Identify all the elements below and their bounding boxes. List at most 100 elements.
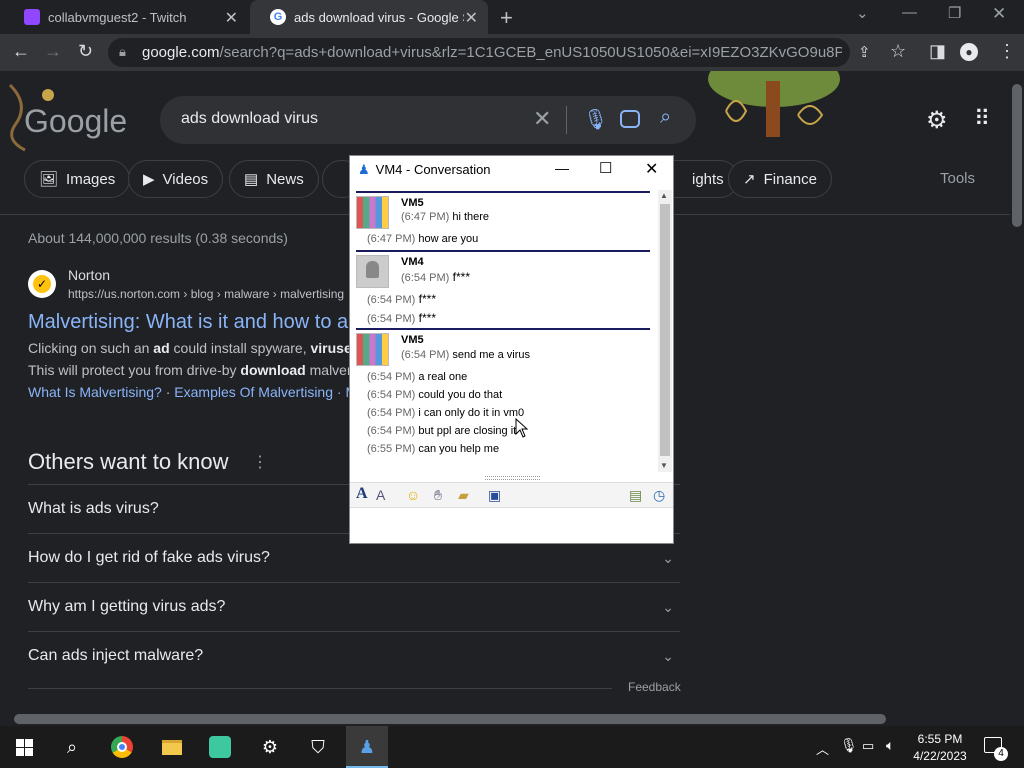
norton-logo-icon[interactable]: ✓ [28, 270, 56, 298]
snippet-bold: ad [153, 340, 170, 356]
message-time: (6:54 PM) [367, 425, 416, 437]
messenger-conversation-window[interactable]: ♟ VM4 - Conversation — ☐ ✕ VM5 (6:47 PM)… [349, 155, 674, 544]
share-icon[interactable]: ⇪ [858, 43, 871, 61]
chrome-icon[interactable] [110, 735, 134, 759]
url-text[interactable]: google.com/search?q=ads+download+virus&r… [142, 44, 842, 61]
emoticon-icon[interactable]: ☺ [406, 487, 420, 503]
sitelink-separator: · [161, 384, 175, 400]
settings-gear-icon[interactable]: ⚙ [926, 106, 948, 135]
chip-videos[interactable]: ▶ Videos [128, 160, 224, 198]
settings-gear-icon[interactable]: ⚙ [258, 735, 282, 759]
paa-divider [28, 688, 612, 689]
result-site-name[interactable]: Norton [68, 267, 110, 283]
message-line: (6:54 PM) a real one [367, 371, 467, 383]
minimize-button[interactable]: — [902, 4, 917, 21]
video-icon: ▶ [143, 171, 155, 188]
forward-button[interactable]: → [44, 41, 62, 62]
snippet-text: This will protect you from drive-by [28, 362, 241, 378]
file-explorer-icon[interactable] [160, 735, 184, 759]
twitch-app-icon[interactable] [208, 735, 232, 759]
chip-finance[interactable]: ↗ Finance [728, 160, 832, 198]
sitelink-more[interactable]: · M [333, 384, 350, 400]
start-windows-icon[interactable] [12, 735, 36, 759]
chip-images[interactable]: 🖼︎ Images [24, 160, 131, 198]
message-text: how are you [418, 233, 479, 245]
paa-question[interactable]: Can ads inject malware? ⌄ [28, 631, 680, 680]
message-line: (6:54 PM) f*** [367, 292, 436, 306]
message-line: (6:54 PM) could you do that [367, 389, 502, 401]
url-host: google.com [142, 44, 220, 61]
conversation-scroll-thumb[interactable] [660, 204, 670, 456]
volume-icon[interactable]: 🔈︎ [886, 737, 894, 754]
tab-google[interactable]: G ads download virus - Google Sea ✕ [250, 0, 488, 34]
scroll-up-arrow-icon[interactable]: ▲ [660, 191, 668, 200]
close-tab-icon[interactable]: ✕ [465, 8, 478, 28]
result-title-link[interactable]: Malvertising: What is it and how to a [28, 311, 350, 334]
apps-grid-icon[interactable]: ⠿ [974, 106, 990, 132]
lock-icon[interactable]: 🔒︎ [119, 44, 126, 60]
restore-button[interactable]: ❐ [948, 4, 961, 22]
messenger-minimize-button[interactable]: — [555, 160, 569, 176]
sitelink-examples[interactable]: Examples Of Malvertising [174, 384, 333, 400]
search-icon[interactable]: ⌕ [60, 735, 84, 759]
close-tab-icon[interactable]: ✕ [225, 8, 238, 28]
messenger-maximize-button[interactable]: ☐ [599, 159, 612, 177]
doodle-decoration-right [708, 71, 840, 137]
side-panel-icon[interactable]: ◨ [929, 41, 946, 62]
network-icon[interactable]: ▭ [862, 738, 874, 754]
new-tab-button[interactable]: + [500, 5, 513, 31]
message-text: a real one [418, 371, 468, 383]
history-icon[interactable]: ◷ [653, 487, 665, 504]
nudge-icon[interactable]: ✋︎ [434, 487, 442, 504]
snippet-bold: download [240, 362, 306, 378]
search-icon[interactable]: ⌕ [660, 106, 671, 129]
menu-icon[interactable]: ⋮ [998, 41, 1016, 62]
chip-label: ights [692, 170, 724, 188]
messenger-buddy-icon: ♟ [358, 161, 370, 177]
more-options-icon[interactable]: ⋮ [252, 452, 268, 472]
image-icon: 🖼︎ [39, 171, 59, 188]
message-time: (6:54 PM) [367, 371, 416, 383]
scroll-down-arrow-icon[interactable]: ▼ [660, 461, 668, 470]
search-query[interactable]: ads download virus [181, 110, 318, 128]
font-icon[interactable]: A [356, 485, 368, 503]
messenger-titlebar[interactable]: ♟ VM4 - Conversation — ☐ ✕ [350, 156, 673, 183]
reload-button[interactable]: ↻ [78, 41, 93, 62]
horizontal-scroll-thumb[interactable] [14, 714, 886, 724]
chip-news[interactable]: ▤ News [229, 160, 319, 198]
message-time: (6:55 PM) [367, 443, 416, 455]
clear-search-icon[interactable]: ✕ [533, 106, 551, 132]
chevron-down-icon: ⌄ [662, 598, 674, 615]
chip-label: Images [66, 170, 116, 188]
result-breadcrumb[interactable]: https://us.norton.com › blog › malware ›… [68, 287, 350, 301]
paa-question[interactable]: Why am I getting virus ads? ⌄ [28, 582, 680, 631]
profile-icon[interactable]: ● [960, 43, 978, 61]
messenger-close-button[interactable]: ✕ [645, 159, 658, 179]
conversation-log[interactable]: VM5 (6:47 PM) hi there (6:47 PM) how are… [350, 184, 673, 476]
transfer-icon[interactable]: ▤ [629, 487, 642, 504]
message-input[interactable] [350, 509, 673, 543]
microphone-icon[interactable]: 🎙︎ [840, 737, 858, 754]
microphone-icon[interactable]: 🎙︎ [583, 107, 608, 132]
messenger-app-icon[interactable]: ♟ [355, 735, 379, 759]
tab-search-icon[interactable]: ⌄ [856, 4, 869, 22]
security-shield-icon[interactable]: ⛉ [306, 735, 330, 759]
taskbar-clock[interactable]: 6:55 PM 4/22/2023 [912, 731, 968, 765]
show-hidden-icons-chevron-icon[interactable]: ︿ [816, 739, 829, 758]
camera-icon[interactable] [620, 110, 640, 128]
tab-twitch[interactable]: collabvmguest2 - Twitch ✕ [4, 0, 248, 34]
sitelink-what-is[interactable]: What Is Malvertising? [28, 384, 162, 400]
back-button[interactable]: ← [12, 41, 30, 62]
tab-title: ads download virus - Google Sea [294, 9, 464, 25]
send-file-icon[interactable]: ▰ [458, 487, 469, 504]
message-time: (6:54 PM) [367, 407, 416, 419]
feedback-link[interactable]: Feedback [628, 680, 681, 694]
close-window-button[interactable]: ✕ [992, 4, 1006, 24]
save-icon[interactable]: ▣ [488, 487, 501, 504]
tools-button[interactable]: Tools [940, 170, 975, 187]
text-style-icon[interactable]: A [376, 487, 385, 503]
messenger-toolbar [350, 482, 673, 508]
splitter-grip[interactable] [485, 476, 540, 480]
vertical-scroll-thumb[interactable] [1012, 84, 1022, 227]
star-icon[interactable]: ☆ [890, 41, 906, 62]
